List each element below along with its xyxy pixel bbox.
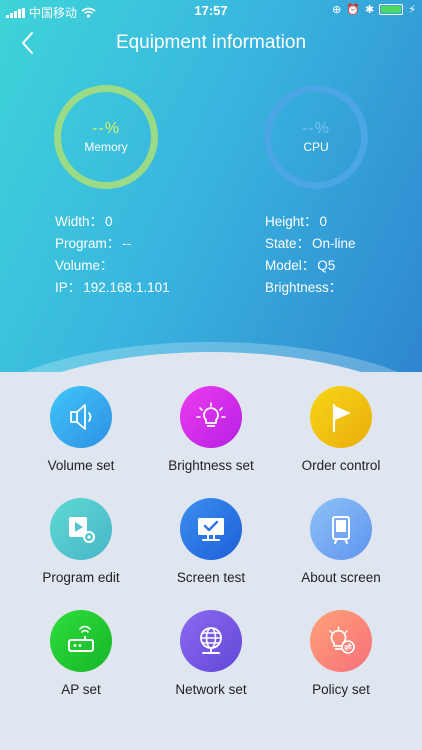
info-value: Q5 [317, 258, 336, 273]
info-key: Program： [55, 236, 121, 251]
policy-set-button[interactable]: Policy set [271, 610, 411, 697]
cpu-label: CPU [303, 140, 329, 154]
info-key: Brightness： [265, 280, 343, 295]
globe-network-icon[interactable] [180, 610, 242, 672]
state-row: State： On-line [265, 233, 356, 255]
screen-test-label: Screen test [176, 570, 246, 585]
memory-percent: --% [92, 120, 120, 137]
rotation-lock-icon: ⊕ [332, 4, 342, 16]
height-row: Height： 0 [265, 211, 356, 233]
memory-gauge: --% Memory [54, 85, 158, 189]
battery-icon [379, 4, 404, 15]
program-row: Program： -- [55, 233, 170, 255]
info-value: 192.168.1.101 [83, 280, 170, 295]
video-gear-icon[interactable] [50, 498, 112, 560]
bulb-cycle-icon[interactable] [310, 610, 372, 672]
volume-set-label: Volume set [47, 458, 115, 473]
info-key: State： [265, 236, 311, 251]
order-control-label: Order control [301, 458, 381, 473]
policy-set-label: Policy set [312, 682, 370, 697]
alarm-icon: ⏰ [346, 4, 361, 16]
info-key: Model： [265, 258, 316, 273]
monitor-check-icon[interactable] [180, 498, 242, 560]
brightness-row: Brightness： [265, 277, 356, 299]
navigation-bar: Equipment information [0, 26, 422, 60]
charging-icon: ⚡ [408, 4, 416, 16]
brightness-set-label: Brightness set [168, 458, 254, 473]
about-screen-button[interactable]: About screen [271, 498, 411, 585]
width-row: Width： 0 [55, 211, 170, 233]
info-key: Width： [55, 214, 104, 229]
program-edit-label: Program edit [42, 570, 120, 585]
info-key: Volume： [55, 258, 114, 273]
brightness-set-button[interactable]: Brightness set [141, 386, 281, 473]
ip-row: IP： 192.168.1.101 [55, 277, 170, 299]
network-set-button[interactable]: Network set [141, 610, 281, 697]
order-control-button[interactable]: Order control [271, 386, 411, 473]
model-row: Model： Q5 [265, 255, 356, 277]
status-bar: 中国移动 17:57 ⊕ ⏰ ✱ ⚡ [0, 0, 422, 22]
info-value: 0 [105, 214, 113, 229]
light-bulb-icon[interactable] [180, 386, 242, 448]
cpu-gauge: --% CPU [264, 85, 368, 189]
info-column-left: Width： 0 Program： -- Volume： IP： 192.168.1.… [55, 211, 170, 299]
page-title: Equipment information [115, 32, 307, 53]
info-value: 0 [319, 214, 328, 229]
volume-row: Volume： [55, 255, 170, 277]
info-column-right: Height： 0 State： On-line Model： Q5 Brightne… [265, 211, 356, 299]
device-screen-icon[interactable] [310, 498, 372, 560]
info-value: -- [122, 236, 132, 251]
volume-set-button[interactable]: Volume set [11, 386, 151, 473]
ap-set-button[interactable]: AP set [11, 610, 151, 697]
speaker-icon[interactable] [50, 386, 112, 448]
router-icon[interactable] [50, 610, 112, 672]
memory-label: Memory [84, 140, 128, 154]
cpu-percent: --% [302, 120, 330, 137]
ap-set-label: AP set [61, 682, 101, 697]
info-value: On-line [312, 236, 356, 251]
flag-icon[interactable] [310, 386, 372, 448]
bluetooth-icon: ✱ [365, 4, 375, 16]
info-key: IP： [55, 280, 82, 295]
screen-test-button[interactable]: Screen test [141, 498, 281, 585]
info-key: Height： [265, 214, 318, 229]
network-set-label: Network set [175, 682, 247, 697]
program-edit-button[interactable]: Program edit [11, 498, 151, 585]
about-screen-label: About screen [301, 570, 381, 585]
